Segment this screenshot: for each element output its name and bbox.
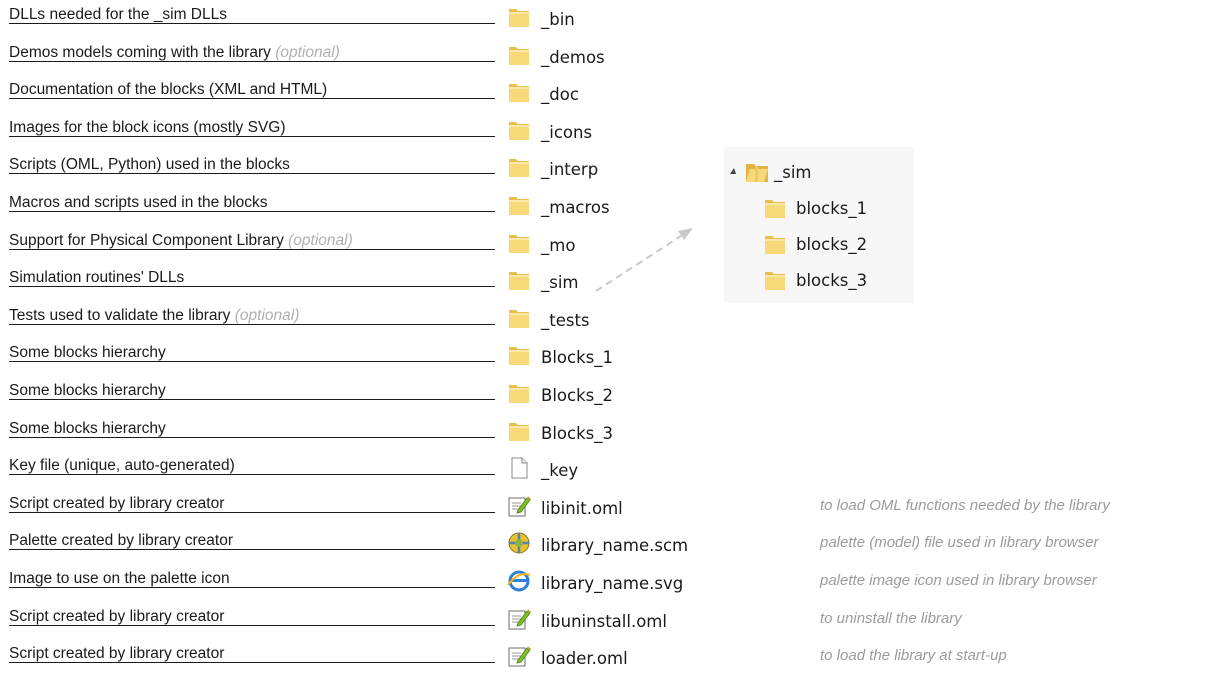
tree-node-label: blocks_2 <box>796 235 868 254</box>
tree-node-label: blocks_1 <box>796 199 868 218</box>
tree-node-label: blocks_3 <box>796 271 868 290</box>
sim-folder-tree: _sim blocks_1 blocks_2 blocks_3 <box>724 147 914 303</box>
folder-icon <box>762 195 788 221</box>
collapse-triangle-icon[interactable] <box>730 168 736 174</box>
open-folder-icon <box>744 159 770 185</box>
reference-arrow <box>595 228 693 292</box>
folder-icon <box>762 231 788 257</box>
folder-icon <box>762 267 788 293</box>
tree-node-label: _sim <box>774 163 812 182</box>
